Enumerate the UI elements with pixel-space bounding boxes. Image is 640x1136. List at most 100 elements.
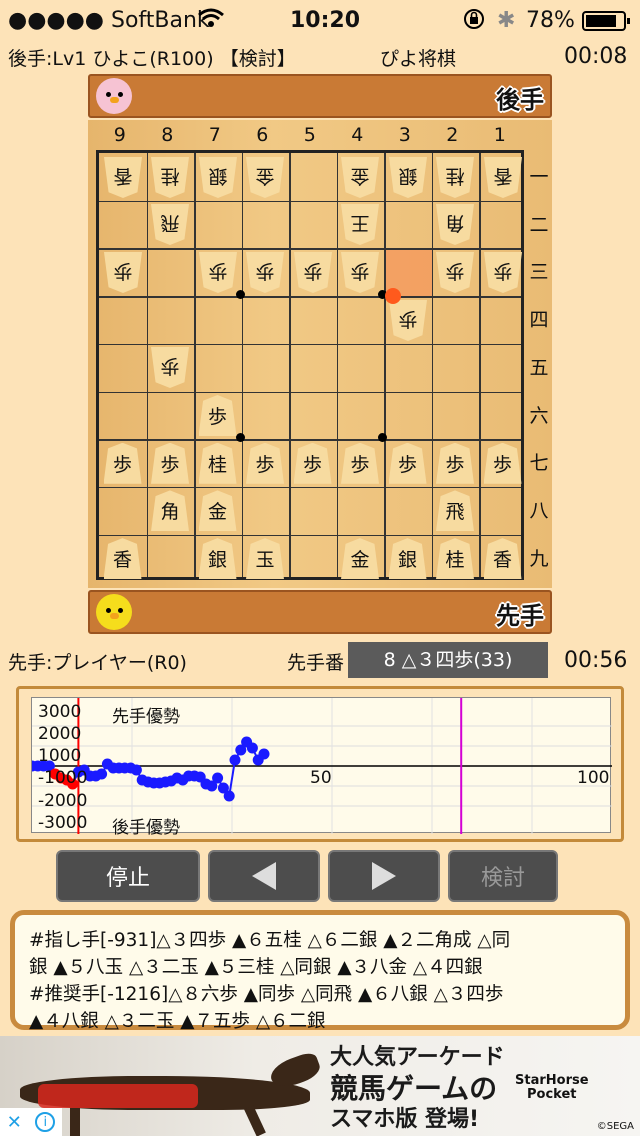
sente-avatar xyxy=(96,594,132,630)
battery-percent: 78% xyxy=(526,8,575,33)
sente-piece[interactable]: 歩 xyxy=(198,395,237,436)
sente-piece[interactable]: 歩 xyxy=(483,442,522,484)
grid-line xyxy=(384,153,386,577)
gote-piece[interactable]: 王 xyxy=(341,204,379,245)
gote-piece[interactable]: 歩 xyxy=(436,252,474,293)
evaluation-point xyxy=(223,790,235,802)
gote-piece[interactable]: 銀 xyxy=(199,157,237,198)
gote-timer: 00:08 xyxy=(564,44,628,69)
grid-line xyxy=(479,153,481,577)
current-move-display[interactable]: 8 △３四歩(33) xyxy=(348,642,548,678)
sente-piece[interactable]: 香 xyxy=(103,538,142,580)
sente-piece[interactable]: 銀 xyxy=(198,538,237,580)
grid-line xyxy=(99,486,521,489)
gote-piece[interactable]: 香 xyxy=(484,157,522,198)
sente-piece[interactable]: 歩 xyxy=(151,442,189,484)
ad-controls[interactable]: ✕ i xyxy=(0,1108,62,1136)
sente-piece[interactable]: 香 xyxy=(483,538,522,580)
gote-hand-area[interactable]: 後手 xyxy=(88,74,552,118)
column-label: 4 xyxy=(351,124,364,146)
sente-piece[interactable]: 桂 xyxy=(436,538,474,580)
comment-line: #指し手[-931]△３四歩 ▲６五桂 △６二銀 ▲２二角成 △同 xyxy=(29,930,511,951)
gote-piece[interactable]: 銀 xyxy=(389,157,427,198)
previous-move-button[interactable] xyxy=(208,850,320,902)
evaluation-point xyxy=(212,772,224,784)
star-point xyxy=(235,433,245,443)
sente-piece[interactable]: 飛 xyxy=(436,490,474,532)
carrier-label: ●●●●● SoftBank xyxy=(8,8,210,33)
sente-piece[interactable]: 玉 xyxy=(246,538,284,580)
info-icon[interactable]: i xyxy=(35,1112,56,1132)
gote-piece[interactable]: 金 xyxy=(341,157,379,198)
grid-line xyxy=(146,153,148,577)
triangle-right-icon xyxy=(372,862,396,890)
x-tick-100: 100 xyxy=(577,768,610,788)
comment-line: #推奨手[-1216]△８六歩 ▲同歩 △同飛 ▲６八銀 △３四歩 xyxy=(29,984,504,1005)
gote-info-row: 後手:Lv1 ひよこ(R100) 【検討】 ぴよ将棋 00:08 xyxy=(0,40,640,74)
sente-player-name: 先手:プレイヤー(R0) xyxy=(8,652,187,674)
grid-line xyxy=(431,153,433,577)
row-label: 二 xyxy=(529,213,549,236)
grid-line xyxy=(99,296,521,298)
y-tick-neg2000: -2000 xyxy=(38,791,88,811)
sente-piece[interactable]: 金 xyxy=(198,490,237,532)
gote-piece[interactable]: 歩 xyxy=(246,252,284,293)
ad-headline: 大人気アーケード 競馬ゲームの スマホ版 登場! xyxy=(330,1045,505,1132)
sente-hand-area[interactable]: 先手 xyxy=(88,590,552,634)
column-label: 9 xyxy=(113,124,126,146)
evaluation-graph[interactable]: 3000 先手優勢 2000 1000 -1000 -2000 -3000 後手… xyxy=(31,697,612,838)
row-label: 三 xyxy=(529,261,549,284)
row-label: 七 xyxy=(529,452,549,475)
y-tick-neg1000: -1000 xyxy=(38,768,88,788)
gote-piece[interactable]: 歩 xyxy=(151,347,189,388)
sente-piece[interactable]: 桂 xyxy=(198,442,237,484)
gote-piece[interactable]: 角 xyxy=(436,204,474,245)
close-icon[interactable]: ✕ xyxy=(7,1112,22,1133)
stop-button[interactable]: 停止 xyxy=(56,850,200,902)
row-label: 五 xyxy=(529,356,549,379)
sente-piece[interactable]: 歩 xyxy=(436,442,474,484)
evaluation-graph-frame: 3000 先手優勢 2000 1000 -1000 -2000 -3000 後手… xyxy=(16,686,624,842)
column-label: 3 xyxy=(398,124,411,146)
analyze-button[interactable]: 検討 xyxy=(448,850,558,902)
gote-piece[interactable]: 金 xyxy=(246,157,284,198)
shogi-board[interactable]: 香桂銀金金銀桂香飛王角歩歩歩歩歩歩歩歩歩歩歩歩桂歩歩歩歩歩歩角金飛香銀玉金銀桂香 xyxy=(96,150,524,580)
column-label: 5 xyxy=(303,124,316,146)
battery-icon xyxy=(582,11,632,37)
gote-piece[interactable]: 桂 xyxy=(436,157,474,198)
sente-piece[interactable]: 歩 xyxy=(103,442,142,484)
y-tick-3000: 3000 xyxy=(38,702,82,722)
column-label: 7 xyxy=(208,124,221,146)
sente-piece[interactable]: 金 xyxy=(341,538,379,580)
grid-line xyxy=(99,248,521,250)
column-label: 2 xyxy=(446,124,459,146)
grid-line xyxy=(99,391,521,393)
gote-piece[interactable]: 歩 xyxy=(389,300,427,341)
gote-label: 後手 xyxy=(496,86,544,114)
gote-piece[interactable]: 歩 xyxy=(484,252,522,293)
wifi-icon xyxy=(198,8,224,34)
sente-piece[interactable]: 歩 xyxy=(341,442,379,484)
gote-piece[interactable]: 桂 xyxy=(151,157,189,198)
gote-piece[interactable]: 歩 xyxy=(294,252,332,293)
ad-banner[interactable]: 大人気アーケード 競馬ゲームの スマホ版 登場! StarHorse Pocke… xyxy=(0,1036,640,1136)
sente-piece[interactable]: 歩 xyxy=(388,442,427,484)
sente-piece[interactable]: 歩 xyxy=(293,442,332,484)
sente-piece[interactable]: 角 xyxy=(151,490,189,532)
gote-avatar xyxy=(96,78,132,114)
gote-piece[interactable]: 歩 xyxy=(341,252,379,293)
column-labels: 9 8 7 6 5 4 3 2 1 xyxy=(96,124,524,150)
sente-piece[interactable]: 歩 xyxy=(246,442,284,484)
gote-piece[interactable]: 香 xyxy=(104,157,142,198)
y-tick-2000: 2000 xyxy=(38,724,82,744)
ad-copyright: ©SEGA xyxy=(596,1121,634,1132)
gote-piece[interactable]: 歩 xyxy=(199,252,237,293)
next-move-button[interactable] xyxy=(328,850,440,902)
gote-piece[interactable]: 飛 xyxy=(151,204,189,245)
evaluation-point xyxy=(229,754,241,766)
gote-piece[interactable]: 歩 xyxy=(104,252,142,293)
grid-line xyxy=(241,153,243,577)
grid-line xyxy=(289,153,291,577)
sente-timer: 00:56 xyxy=(564,648,628,673)
sente-piece[interactable]: 銀 xyxy=(388,538,427,580)
